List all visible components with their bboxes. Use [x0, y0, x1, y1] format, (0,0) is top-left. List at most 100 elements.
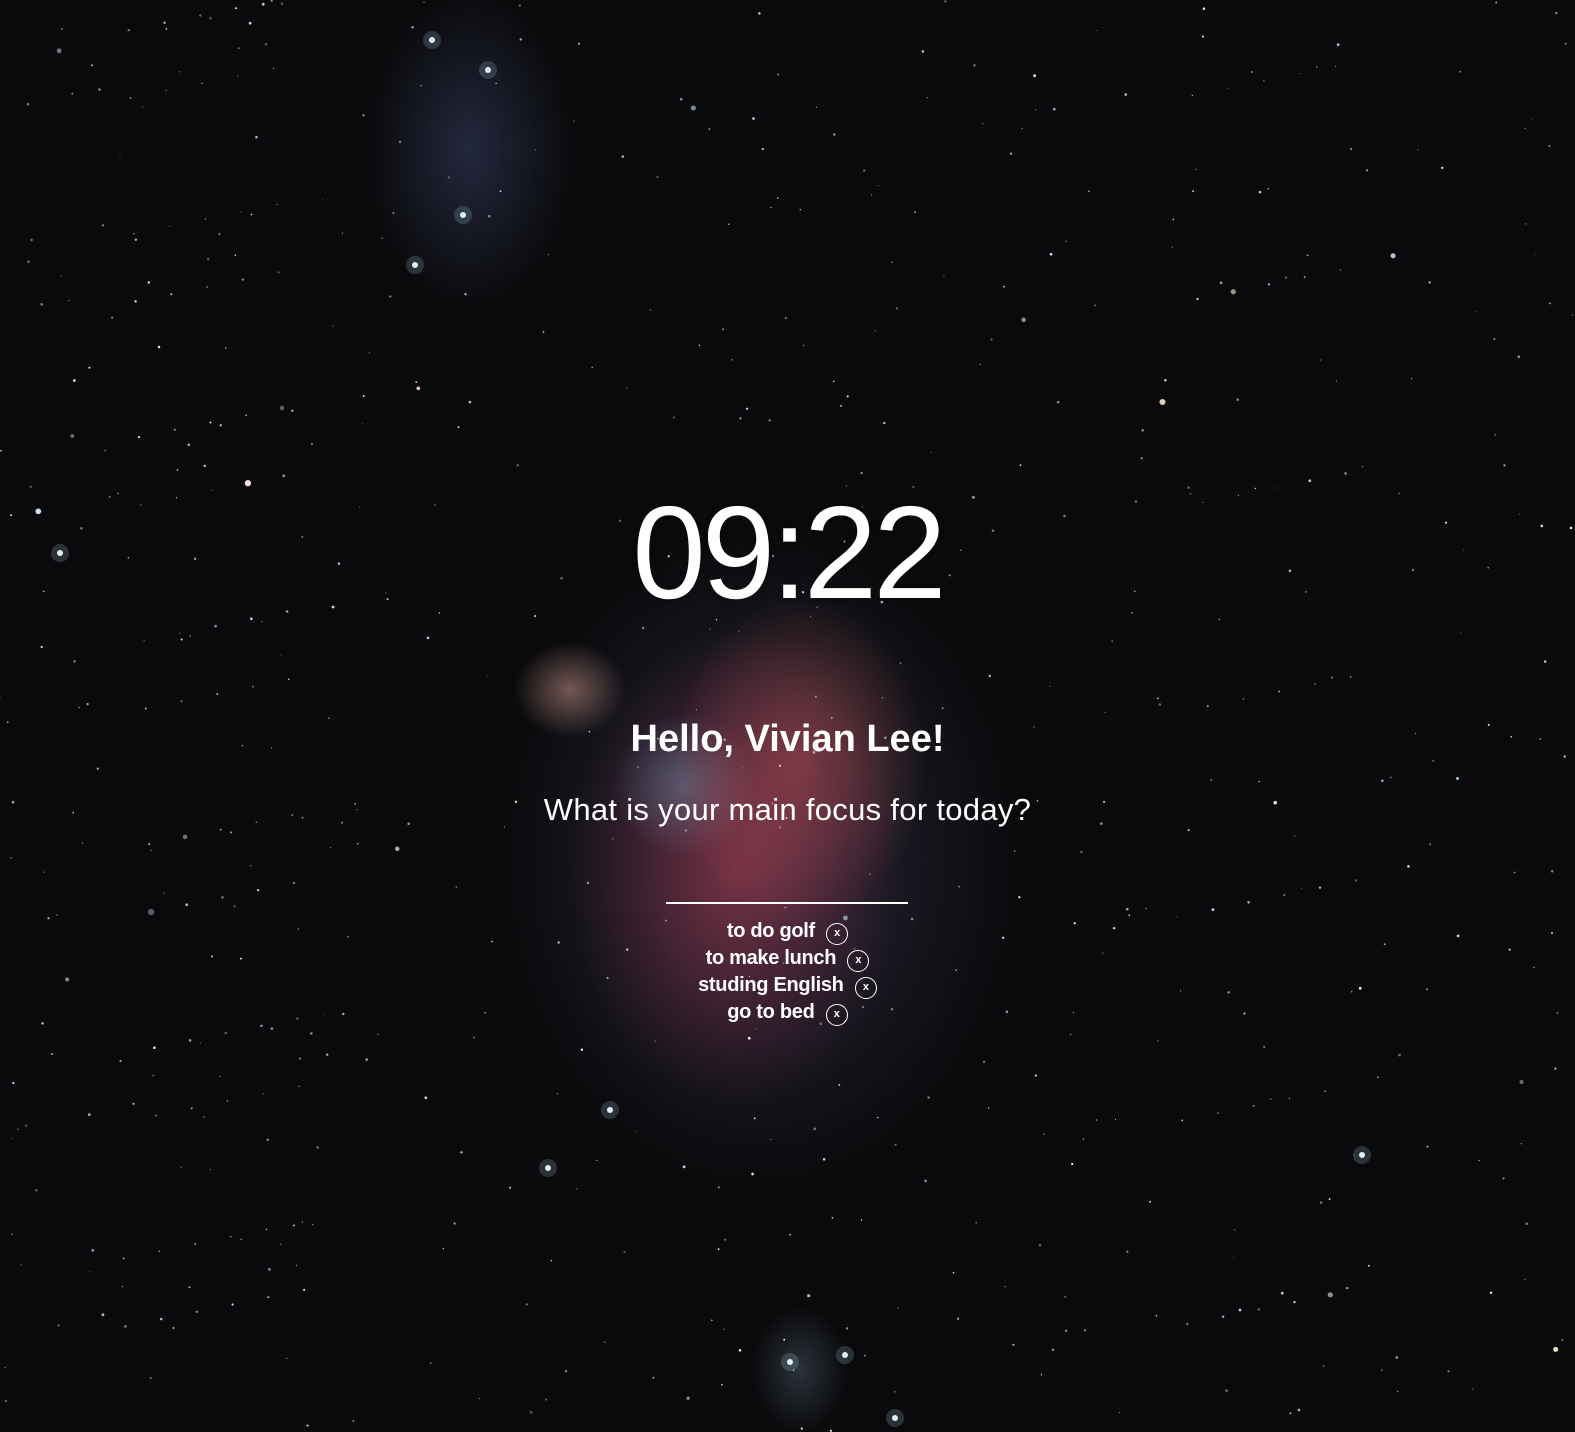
star — [1315, 66, 1318, 68]
star — [486, 675, 488, 677]
star — [442, 1247, 444, 1250]
star — [708, 128, 711, 130]
star — [1034, 1074, 1037, 1077]
star — [1140, 457, 1143, 460]
star — [226, 1100, 229, 1102]
star — [1377, 1076, 1379, 1079]
star — [104, 449, 106, 452]
star — [377, 1033, 379, 1036]
star — [1428, 281, 1431, 284]
star — [4, 1366, 6, 1368]
star — [231, 1303, 234, 1306]
star — [717, 1248, 720, 1251]
star — [240, 1238, 243, 1241]
star — [1336, 43, 1340, 46]
star — [423, 1, 425, 3]
focus-question: What is your main focus for today? — [543, 792, 1032, 827]
star — [952, 1271, 955, 1274]
star — [119, 156, 121, 158]
star — [478, 1397, 481, 1400]
star — [944, 0, 947, 3]
todo-text: to do golf — [726, 920, 815, 943]
star — [1157, 1040, 1159, 1042]
star — [1476, 311, 1478, 313]
star — [241, 278, 244, 281]
star — [255, 136, 258, 139]
star — [556, 1092, 559, 1095]
star — [871, 194, 873, 196]
todo-item: to make lunch x — [0, 945, 1575, 972]
star — [26, 102, 30, 106]
star — [12, 1081, 15, 1085]
star — [1288, 1097, 1291, 1100]
star — [420, 85, 422, 87]
star — [291, 409, 294, 412]
star — [516, 464, 519, 467]
star — [50, 1052, 53, 1056]
star — [789, 1233, 791, 1236]
star — [72, 379, 76, 382]
star — [1493, 338, 1496, 341]
star — [894, 1143, 897, 1146]
star — [1230, 289, 1236, 295]
star — [545, 1398, 548, 1401]
star — [357, 842, 359, 845]
star — [973, 64, 976, 67]
star — [342, 232, 344, 234]
star — [1043, 1133, 1045, 1135]
star — [0, 449, 2, 452]
star — [10, 1138, 12, 1140]
todo-delete-button[interactable]: x — [826, 922, 849, 945]
star — [1318, 886, 1322, 889]
star — [1335, 380, 1338, 382]
star — [153, 1046, 156, 1050]
star — [611, 838, 614, 840]
star — [159, 1317, 163, 1321]
star — [621, 155, 625, 158]
star — [1517, 355, 1521, 359]
star — [272, 68, 275, 70]
todo-item: studing English x — [0, 972, 1575, 999]
star — [262, 1093, 264, 1095]
star — [1195, 168, 1197, 171]
star — [695, 709, 698, 711]
star — [1049, 252, 1053, 256]
star — [392, 212, 395, 215]
star — [784, 316, 788, 320]
star — [988, 1107, 990, 1109]
star — [1524, 127, 1526, 129]
star — [89, 1271, 91, 1273]
star — [815, 106, 818, 109]
star — [1327, 1292, 1333, 1298]
star — [800, 1427, 804, 1430]
star — [1104, 711, 1106, 714]
star — [924, 1179, 927, 1183]
star — [1221, 1315, 1225, 1318]
star — [279, 405, 285, 411]
star — [860, 1219, 863, 1221]
todo-delete-button[interactable]: x — [825, 1003, 848, 1026]
star — [73, 660, 76, 663]
star — [1361, 466, 1364, 468]
star — [368, 352, 371, 354]
star — [148, 843, 151, 846]
star — [460, 1151, 463, 1154]
star — [176, 469, 179, 471]
star — [124, 1325, 127, 1328]
star — [1550, 869, 1554, 873]
star — [330, 847, 332, 849]
star — [958, 885, 961, 888]
star — [1489, 1291, 1493, 1295]
star — [487, 214, 491, 218]
star — [71, 92, 74, 95]
focus-input[interactable] — [666, 872, 908, 904]
star — [1478, 1159, 1480, 1162]
todo-delete-button[interactable]: x — [854, 976, 877, 999]
star — [411, 26, 414, 29]
star — [256, 888, 260, 892]
star — [233, 905, 236, 908]
star — [30, 238, 33, 242]
todo-delete-button[interactable]: x — [847, 949, 870, 972]
star — [1051, 1348, 1055, 1351]
star — [596, 1159, 598, 1162]
